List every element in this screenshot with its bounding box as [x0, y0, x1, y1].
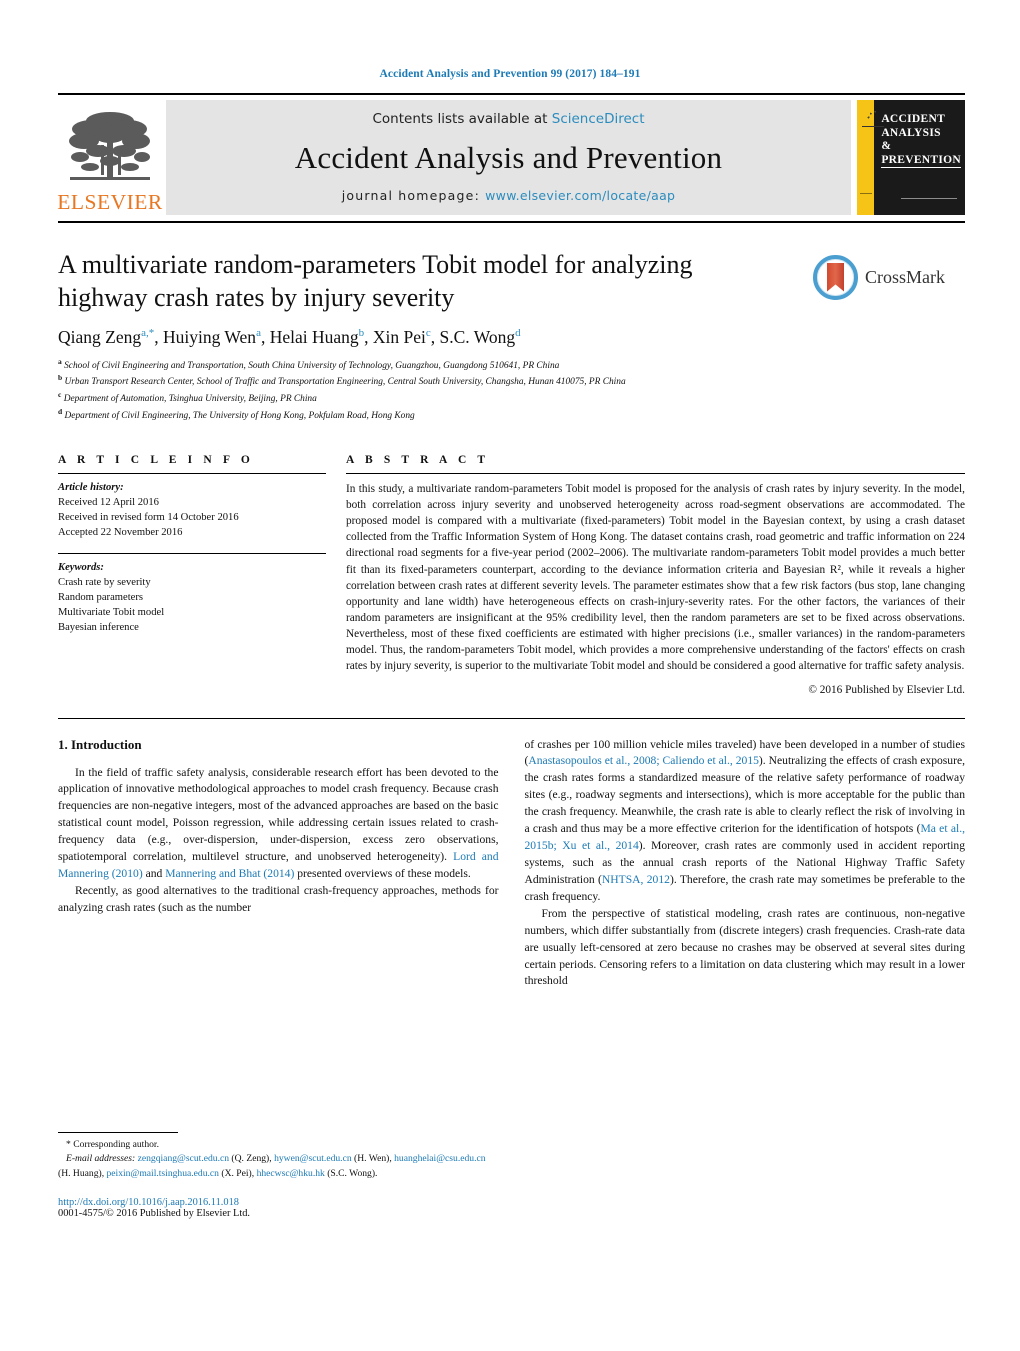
- citation-mannering-bhat[interactable]: Mannering and Bhat (2014): [165, 867, 294, 880]
- cover-bottom-rule: [901, 198, 957, 199]
- corresponding-author-note: * Corresponding author.: [66, 1139, 159, 1150]
- footnote-block: * Corresponding author. E-mail addresses…: [58, 1132, 488, 1219]
- journal-homepage-line: journal homepage: www.elsevier.com/locat…: [342, 188, 676, 203]
- sciencedirect-link[interactable]: ScienceDirect: [552, 111, 645, 127]
- introduction-heading: 1. Introduction: [58, 736, 142, 752]
- affiliation-mark-b: b: [58, 373, 63, 383]
- keyword-1: Random parameters: [58, 592, 144, 604]
- article-info-column: A R T I C L E I N F O Article history: R…: [58, 454, 326, 696]
- citation-join: and: [142, 867, 166, 881]
- paper-page: Accident Analysis and Prevention 99 (201…: [0, 0, 1020, 1351]
- history-item-1: Received in revised form 14 October 2016: [58, 511, 239, 523]
- citation-anastasopoulos-caliendo[interactable]: Anastasopoulos et al., 2008; Caliendo et…: [528, 754, 759, 767]
- affiliation-mark-d: d: [58, 407, 63, 417]
- abstract-column: A B S T R A C T In this study, a multiva…: [326, 454, 965, 696]
- article-history-group: Article history: Received 12 April 2016 …: [58, 480, 326, 540]
- email-addresses-line: E-mail addresses: zengqiang@scut.edu.cn …: [58, 1152, 488, 1181]
- affiliation-text-d: Department of Civil Engineering, The Uni…: [64, 411, 415, 422]
- email-person-0: (Q. Zeng),: [229, 1153, 275, 1165]
- running-head: Accident Analysis and Prevention 99 (201…: [379, 68, 641, 80]
- email-link-1[interactable]: hywen@scut.edu.cn: [274, 1153, 352, 1164]
- crossmark-label: CrossMark: [865, 266, 945, 287]
- journal-banner: Contents lists available at ScienceDirec…: [166, 100, 851, 215]
- journal-masthead: ELSEVIER Contents lists available at Sci…: [57, 93, 965, 215]
- abstract-heading: A B S T R A C T: [346, 453, 490, 466]
- intro-paragraph-4: From the perspective of statistical mode…: [524, 906, 966, 988]
- affiliation-list: a School of Civil Engineering and Transp…: [58, 357, 965, 424]
- intro-paragraph-3: of crashes per 100 million vehicle miles…: [525, 737, 966, 906]
- email-link-2[interactable]: huanghelai@csu.edu.cn: [394, 1153, 485, 1164]
- intro-p1-tail: presented overviews of these models.: [294, 867, 471, 881]
- author-list: Qiang Zenga,*, Huiying Wena, Helai Huang…: [58, 326, 521, 347]
- email-person-4: (S.C. Wong).: [324, 1167, 378, 1179]
- keywords-label: Keywords:: [58, 562, 104, 573]
- body-column-right: of crashes per 100 million vehicle miles…: [525, 737, 966, 991]
- keyword-2: Multivariate Tobit model: [58, 607, 165, 619]
- article-info-heading: A R T I C L E I N F O: [58, 453, 254, 466]
- keywords-rule: [58, 553, 326, 554]
- footnote-text: * Corresponding author. E-mail addresses…: [58, 1138, 488, 1181]
- affiliation-text-b: Urban Transport Research Center, School …: [64, 377, 626, 388]
- body-column-left: 1. Introduction In the field of traffic …: [58, 737, 499, 991]
- cover-line-4: PREVENTION: [881, 154, 961, 169]
- article-history-label: Article history:: [58, 481, 124, 493]
- history-item-0: Received 12 April 2016: [58, 496, 159, 508]
- footnote-rule: [58, 1132, 178, 1133]
- crossmark-bookmark-shape: [827, 262, 844, 292]
- intro-paragraph-2: Recently, as good alternatives to the tr…: [58, 884, 499, 914]
- affiliation-text-c: Department of Automation, Tsinghua Unive…: [63, 394, 317, 405]
- cover-line-2: ANALYSIS: [881, 126, 941, 139]
- cover-elsevier-tree-icon: [862, 107, 884, 127]
- keyword-0: Crash rate by severity: [58, 577, 151, 589]
- journal-cover-thumbnail: ACCIDENT ANALYSIS & PREVENTION: [857, 100, 965, 215]
- article-info-rule: [58, 472, 326, 474]
- history-item-2: Accepted 22 November 2016: [58, 526, 183, 538]
- email-addresses-label: E-mail addresses:: [66, 1153, 136, 1165]
- title-block: A multivariate random-parameters Tobit m…: [58, 249, 965, 424]
- abstract-rule: [346, 472, 965, 474]
- intro-p1-text: In the field of traffic safety analysis,…: [58, 765, 499, 864]
- email-link-0[interactable]: zengqiang@scut.edu.cn: [138, 1153, 229, 1164]
- email-link-4[interactable]: hhecwsc@hku.hk: [257, 1168, 325, 1179]
- contents-line: Contents lists available at ScienceDirec…: [372, 111, 644, 127]
- homepage-label: journal homepage:: [341, 188, 486, 203]
- intro-paragraph-1: In the field of traffic safety analysis,…: [58, 765, 499, 883]
- body-two-columns: 1. Introduction In the field of traffic …: [58, 737, 965, 991]
- info-abstract-block: A R T I C L E I N F O Article history: R…: [58, 454, 965, 696]
- elsevier-logo: ELSEVIER: [57, 100, 163, 215]
- affiliation-mark-c: c: [58, 390, 62, 400]
- citation-nhtsa[interactable]: NHTSA, 2012: [602, 873, 670, 886]
- affiliation-c: c Department of Automation, Tsinghua Uni…: [58, 390, 965, 407]
- abstract-copyright: © 2016 Published by Elsevier Ltd.: [808, 683, 965, 696]
- affiliation-mark-a: a: [58, 356, 62, 366]
- issn-copyright: 0001-4575/© 2016 Published by Elsevier L…: [58, 1208, 251, 1220]
- cover-line-1: ACCIDENT: [881, 113, 946, 125]
- keywords-group: Keywords: Crash rate by severity Random …: [58, 560, 326, 635]
- journal-title: Accident Analysis and Prevention: [294, 139, 723, 175]
- cover-yellow-stripe: [857, 100, 884, 215]
- doi-link[interactable]: http://dx.doi.org/10.1016/j.aap.2016.11.…: [58, 1197, 488, 1208]
- affiliation-a: a School of Civil Engineering and Transp…: [58, 357, 965, 374]
- email-link-3[interactable]: peixin@mail.tsinghua.edu.cn: [107, 1168, 219, 1179]
- cover-line-3: &: [881, 140, 892, 153]
- keyword-3: Bayesian inference: [58, 622, 139, 634]
- elsevier-wordmark: ELSEVIER: [57, 189, 163, 214]
- abstract-bottom-rule: [58, 717, 965, 719]
- homepage-url-link[interactable]: www.elsevier.com/locate/aap: [485, 188, 675, 203]
- cover-sciencedirect-mark: [860, 193, 873, 209]
- affiliation-d: d Department of Civil Engineering, The U…: [58, 407, 965, 424]
- affiliation-text-a: School of Civil Engineering and Transpor…: [64, 360, 560, 371]
- contents-prefix: Contents lists available at: [372, 111, 552, 127]
- abstract-text: In this study, a multivariate random-par…: [346, 482, 965, 673]
- crossmark-icon: [813, 254, 858, 300]
- page-title: A multivariate random-parameters Tobit m…: [58, 250, 693, 312]
- email-person-1: (H. Wen),: [351, 1153, 395, 1165]
- email-person-3: (X. Pei),: [218, 1167, 257, 1179]
- elsevier-tree-icon: [69, 111, 150, 180]
- masthead-bottom-rule: [58, 221, 965, 223]
- crossmark-badge[interactable]: CrossMark: [813, 249, 965, 305]
- affiliation-b: b Urban Transport Research Center, Schoo…: [58, 373, 965, 390]
- email-person-2: (H. Huang),: [58, 1167, 107, 1179]
